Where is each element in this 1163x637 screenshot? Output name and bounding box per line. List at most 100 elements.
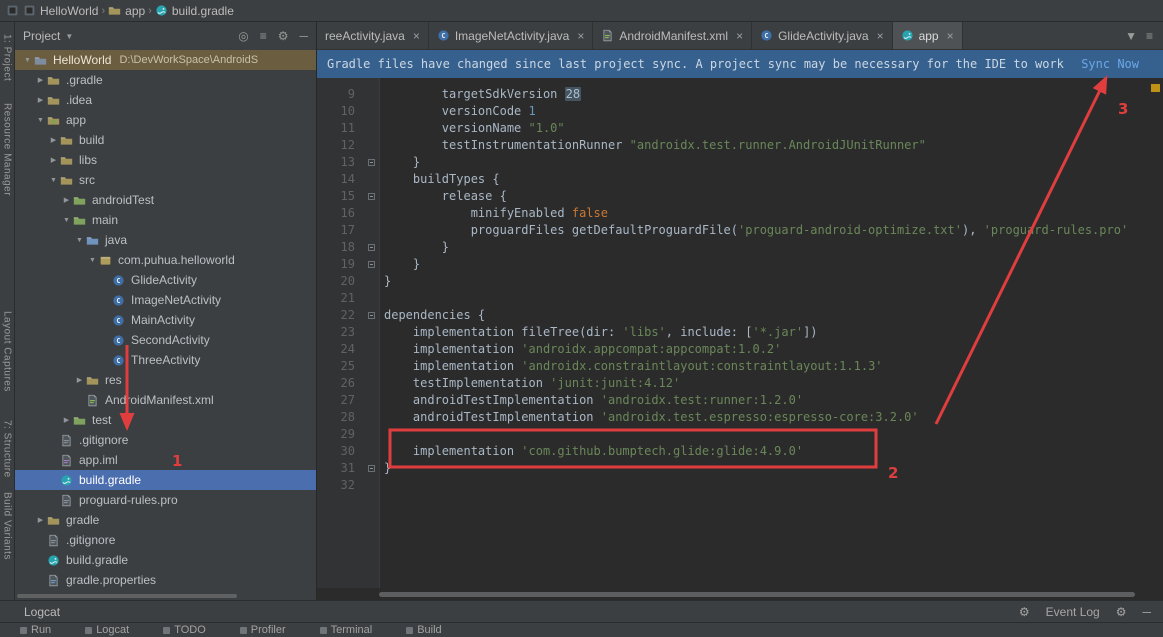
breadcrumb-item-app[interactable]: app	[108, 4, 145, 18]
tab-imagenetactivity-java[interactable]: C ImageNetActivity.java ×	[429, 22, 594, 49]
chevron-expanded-icon[interactable]: ▼	[21, 57, 34, 64]
project-view-selector[interactable]: Project ▼	[23, 29, 73, 43]
tree-item-app[interactable]: ▼ app	[15, 110, 316, 130]
tree-item-build[interactable]: ▶ build	[15, 130, 316, 150]
locate-file-icon[interactable]: ◎	[238, 29, 248, 43]
fold-marker-icon[interactable]	[363, 239, 380, 256]
breadcrumb-item-build-gradle[interactable]: build.gradle	[155, 4, 234, 18]
line-number: 27	[340, 393, 355, 407]
close-icon[interactable]: ×	[947, 29, 954, 43]
tab-reeactivity-java[interactable]: reeActivity.java ×	[317, 22, 429, 49]
editor-hscrollbar[interactable]	[317, 588, 1163, 600]
chevron-collapsed-icon[interactable]: ▶	[34, 76, 47, 84]
tree-item-build-gradle[interactable]: build.gradle	[15, 470, 316, 490]
tree-item-idea[interactable]: ▶ .idea	[15, 90, 316, 110]
code-line-19: 19 }	[317, 256, 1163, 273]
fold-gutter	[363, 358, 380, 375]
collapse-all-icon[interactable]: ≡	[260, 29, 267, 43]
event-log-button[interactable]: Event Log	[1046, 605, 1100, 619]
settings-icon[interactable]: ⚙	[1116, 605, 1127, 619]
tree-item-gitignore[interactable]: .gitignore	[15, 430, 316, 450]
code-editor[interactable]: 9 targetSdkVersion 28 10 versionCode 1 11 …	[317, 78, 1163, 588]
code-line-20: 20}	[317, 273, 1163, 290]
close-icon[interactable]: ×	[736, 29, 743, 43]
scrollbar-thumb[interactable]	[17, 594, 237, 598]
tree-item-main[interactable]: ▼ main	[15, 210, 316, 230]
hide-panel-icon[interactable]: ─	[299, 29, 308, 43]
tree-item-java[interactable]: ▼ java	[15, 230, 316, 250]
tree-item-build-gradle[interactable]: build.gradle	[15, 550, 316, 570]
code-line-29: 29	[317, 426, 1163, 443]
settings-icon[interactable]: ⚙	[278, 29, 289, 43]
tool-window-button-todo[interactable]: TODO	[163, 624, 206, 636]
chevron-collapsed-icon[interactable]: ▶	[73, 376, 86, 384]
tab-dropdown-icon[interactable]: ▼	[1125, 29, 1137, 43]
error-stripe-mark[interactable]	[1151, 84, 1160, 92]
tool-window-button-resource-manager[interactable]: Resource Manager	[2, 103, 13, 196]
sync-now-link[interactable]: Sync Now	[1081, 57, 1139, 71]
class-icon: C	[112, 354, 129, 367]
tool-window-button-1-project[interactable]: 1: Project	[2, 34, 13, 81]
scrollbar-thumb[interactable]	[379, 592, 1135, 597]
chevron-collapsed-icon[interactable]: ▶	[47, 156, 60, 164]
tree-item-mainactivity[interactable]: C MainActivity	[15, 310, 316, 330]
tree-item-test[interactable]: ▶ test	[15, 410, 316, 430]
settings-icon[interactable]: ⚙	[1019, 605, 1030, 619]
tree-item-androidtest[interactable]: ▶ androidTest	[15, 190, 316, 210]
tool-window-button-profiler[interactable]: Profiler	[239, 624, 286, 636]
tree-item-gitignore[interactable]: .gitignore	[15, 530, 316, 550]
tab-app[interactable]: app ×	[892, 22, 963, 49]
tree-item-glideactivity[interactable]: C GlideActivity	[15, 270, 316, 290]
tool-window-button-7-structure[interactable]: 7: Structure	[2, 420, 13, 478]
line-number: 31	[340, 461, 355, 475]
tool-window-button-layout-captures[interactable]: Layout Captures	[2, 311, 13, 392]
fold-marker-icon[interactable]	[363, 256, 380, 273]
tree-item-com-puhua-helloworld[interactable]: ▼ com.puhua.helloworld	[15, 250, 316, 270]
logcat-label[interactable]: Logcat	[24, 605, 60, 619]
line-number: 17	[340, 223, 355, 237]
tree-item-src[interactable]: ▼ src	[15, 170, 316, 190]
tool-window-button-logcat[interactable]: Logcat	[85, 624, 129, 636]
tree-item-res[interactable]: ▶ res	[15, 370, 316, 390]
tree-item-imagenetactivity[interactable]: C ImageNetActivity	[15, 290, 316, 310]
fold-marker-icon[interactable]	[363, 154, 380, 171]
tree-item-libs[interactable]: ▶ libs	[15, 150, 316, 170]
project-tree-scrollbar[interactable]	[15, 592, 316, 600]
chevron-expanded-icon[interactable]: ▼	[73, 237, 86, 244]
chevron-expanded-icon[interactable]: ▼	[34, 117, 47, 124]
manifest-icon	[86, 394, 103, 407]
close-icon[interactable]: ×	[877, 29, 884, 43]
tool-window-button-build[interactable]: Build	[406, 624, 442, 636]
tree-item-helloworld[interactable]: ▼ HelloWorld D:\DevWorkSpace\AndroidS	[15, 50, 316, 70]
chevron-collapsed-icon[interactable]: ▶	[34, 96, 47, 104]
close-icon[interactable]: ×	[577, 29, 584, 43]
tab-androidmanifest-xml[interactable]: AndroidManifest.xml ×	[593, 22, 753, 49]
tool-window-button-run[interactable]: Run	[20, 624, 51, 636]
chevron-collapsed-icon[interactable]: ▶	[60, 416, 73, 424]
tool-window-button-build-variants[interactable]: Build Variants	[2, 492, 13, 560]
tab-glideactivity-java[interactable]: C GlideActivity.java ×	[752, 22, 893, 49]
fold-marker-icon[interactable]	[363, 188, 380, 205]
fold-marker-icon[interactable]	[363, 307, 380, 324]
chevron-collapsed-icon[interactable]: ▶	[60, 196, 73, 204]
chevron-expanded-icon[interactable]: ▼	[60, 217, 73, 224]
hide-icon[interactable]: ─	[1142, 605, 1151, 619]
tree-item-gradle[interactable]: ▶ .gradle	[15, 70, 316, 90]
tree-item-secondactivity[interactable]: C SecondActivity	[15, 330, 316, 350]
fold-marker-icon[interactable]	[363, 460, 380, 477]
chevron-collapsed-icon[interactable]: ▶	[47, 136, 60, 144]
tab-list-icon[interactable]: ≡	[1146, 29, 1153, 43]
tree-item-androidmanifest-xml[interactable]: AndroidManifest.xml	[15, 390, 316, 410]
chevron-collapsed-icon[interactable]: ▶	[34, 516, 47, 524]
gradle-icon	[901, 29, 914, 42]
breadcrumb-item-helloworld[interactable]: HelloWorld	[23, 4, 98, 18]
chevron-expanded-icon[interactable]: ▼	[86, 257, 99, 264]
tree-item-threeactivity[interactable]: C ThreeActivity	[15, 350, 316, 370]
tree-item-app-iml[interactable]: app.iml	[15, 450, 316, 470]
tree-item-proguard-rules-pro[interactable]: proguard-rules.pro	[15, 490, 316, 510]
chevron-expanded-icon[interactable]: ▼	[47, 177, 60, 184]
tree-item-gradle[interactable]: ▶ gradle	[15, 510, 316, 530]
close-icon[interactable]: ×	[413, 29, 420, 43]
tree-item-gradle-properties[interactable]: gradle.properties	[15, 570, 316, 590]
tool-window-button-terminal[interactable]: Terminal	[319, 624, 372, 636]
